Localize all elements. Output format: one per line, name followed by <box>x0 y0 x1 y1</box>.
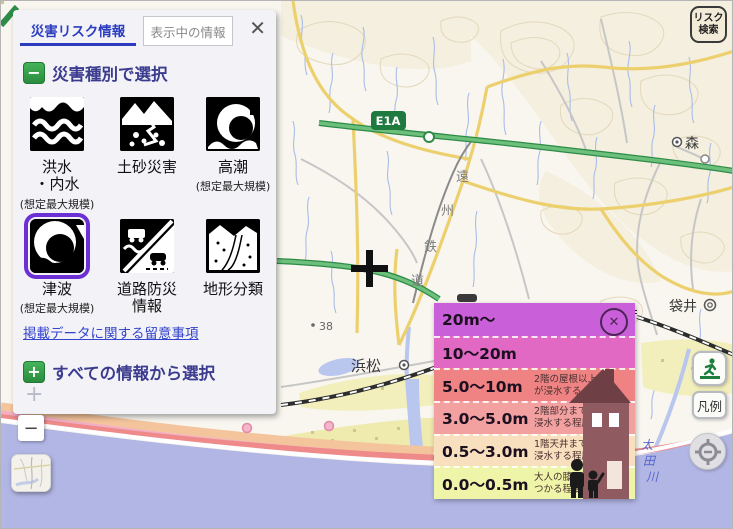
city-label-hamamatsu: 浜松 <box>351 357 381 375</box>
svg-text:道: 道 <box>411 274 424 289</box>
panel-tabs: 災害リスク情報 表示中の情報 ✕ <box>13 10 276 47</box>
disaster-info-panel: 災害リスク情報 表示中の情報 ✕ − 災害種別で選択 洪水 ・内水 <box>13 10 276 414</box>
tab-displayed-info[interactable]: 表示中の情報 <box>143 16 233 46</box>
disaster-type-storm-surge[interactable]: 高潮 (想定最大規模) <box>191 97 275 194</box>
minimap-thumbnail <box>12 455 51 492</box>
legend-row: 10～20m <box>434 336 635 369</box>
tile-label: 高潮 <box>191 159 275 176</box>
section-title: すべての情報から選択 <box>52 360 215 384</box>
tile-label: 津波 <box>15 281 99 298</box>
current-location-button[interactable] <box>689 433 726 470</box>
landslide-icon <box>120 97 174 151</box>
tile-label: 地形分類 <box>191 281 275 298</box>
landform-icon <box>206 219 260 273</box>
disaster-type-landslide[interactable]: 土砂災害 <box>105 97 189 176</box>
legend-range: 10～20m <box>442 342 534 364</box>
legend-desc: 大人の膝までつかる程度 <box>534 472 591 496</box>
city-label-fukuroi: 袋井 <box>669 299 697 315</box>
section-all-info-header: + すべての情報から選択 <box>23 360 286 384</box>
legend-row: 0.5～3.0m 1階天井まで浸水する程度 <box>434 434 635 467</box>
legend-row: 0.0～0.5m 大人の膝までつかる程度 <box>434 466 635 499</box>
data-notes-link[interactable]: 掲載データに関する留意事項 <box>23 322 199 342</box>
svg-text:鉄: 鉄 <box>424 240 437 255</box>
compass-crosshair-icon <box>695 439 721 465</box>
disaster-type-tsunami[interactable]: 津波 (想定最大規模) <box>15 219 99 316</box>
evacuation-site-button[interactable] <box>692 351 727 386</box>
legend-close-button[interactable]: ✕ <box>600 308 628 336</box>
disaster-type-flood[interactable]: 洪水 ・内水 (想定最大規模) <box>15 97 99 212</box>
risk-search-label: 検索 <box>699 25 719 37</box>
hazard-map-app: E1A 森 袋井 浜松 38 遠 州 鉄 道 太 田 川 <box>0 0 733 529</box>
legend-range: 0.5～3.0m <box>442 440 534 462</box>
storm-surge-icon <box>206 97 260 151</box>
svg-text:遠: 遠 <box>456 170 469 185</box>
tab-disaster-risk-info[interactable]: 災害リスク情報 <box>20 16 136 46</box>
svg-text:太: 太 <box>641 438 655 452</box>
tile-label: 道路防災 情報 <box>105 281 189 316</box>
legend-range: 0.0～0.5m <box>442 473 534 495</box>
flood-icon <box>30 97 84 151</box>
section-title: 災害種別で選択 <box>52 61 168 85</box>
tsunami-icon <box>30 219 84 273</box>
legend-button[interactable]: 凡例 <box>692 391 727 419</box>
legend-row: 3.0～5.0m 2階部分まで浸水する程度 <box>434 401 635 434</box>
tsunami-depth-legend: 20m～ 10～20m 5.0～10m 2階の屋根以上が浸水する 3.0～5.0… <box>434 303 635 499</box>
legend-desc: 1階天井まで浸水する程度 <box>534 439 591 463</box>
overview-minimap-button[interactable] <box>11 454 51 492</box>
hidden-pin-top <box>457 294 477 302</box>
tile-label: 洪水 ・内水 <box>15 159 99 194</box>
expressway-shield-label: E1A <box>376 114 401 128</box>
map-zoom-out-button[interactable]: − <box>18 415 44 441</box>
town-label-mori: 森 <box>685 136 699 152</box>
running-person-icon <box>698 357 722 381</box>
tile-sublabel: (想定最大規模) <box>15 300 99 316</box>
risk-search-label: リスク <box>694 13 724 25</box>
legend-range: 5.0～10m <box>442 375 534 397</box>
disaster-type-landform[interactable]: 地形分類 <box>191 219 275 298</box>
legend-range: 20m～ <box>442 308 534 330</box>
legend-desc: 2階部分まで浸水する程度 <box>534 406 591 430</box>
legend-row: 5.0～10m 2階の屋根以上が浸水する <box>434 368 635 401</box>
collapse-icon[interactable]: − <box>23 62 45 84</box>
road-disaster-icon <box>120 219 174 273</box>
disaster-type-grid: 洪水 ・内水 (想定最大規模) 土砂災害 <box>13 89 276 327</box>
expand-icon[interactable]: + <box>23 361 45 383</box>
svg-text:川: 川 <box>646 470 660 484</box>
tile-label: 土砂災害 <box>105 159 189 176</box>
tile-sublabel: (想定最大規模) <box>15 196 99 212</box>
tile-sublabel: (想定最大規模) <box>191 178 275 194</box>
disaster-type-road-disaster[interactable]: 道路防災 情報 <box>105 219 189 316</box>
legend-range: 3.0～5.0m <box>442 407 534 429</box>
section-disaster-type-header: − 災害種別で選択 <box>23 61 276 85</box>
map-zoom-in-button[interactable]: + <box>25 382 43 407</box>
legend-desc: 2階の屋根以上が浸水する <box>534 374 597 398</box>
elevation-point-label: 38 <box>319 320 333 333</box>
panel-close-icon[interactable]: ✕ <box>249 18 266 38</box>
svg-text:州: 州 <box>441 204 454 219</box>
svg-text:田: 田 <box>643 454 657 468</box>
risk-search-button[interactable]: リスク 検索 <box>690 6 727 43</box>
